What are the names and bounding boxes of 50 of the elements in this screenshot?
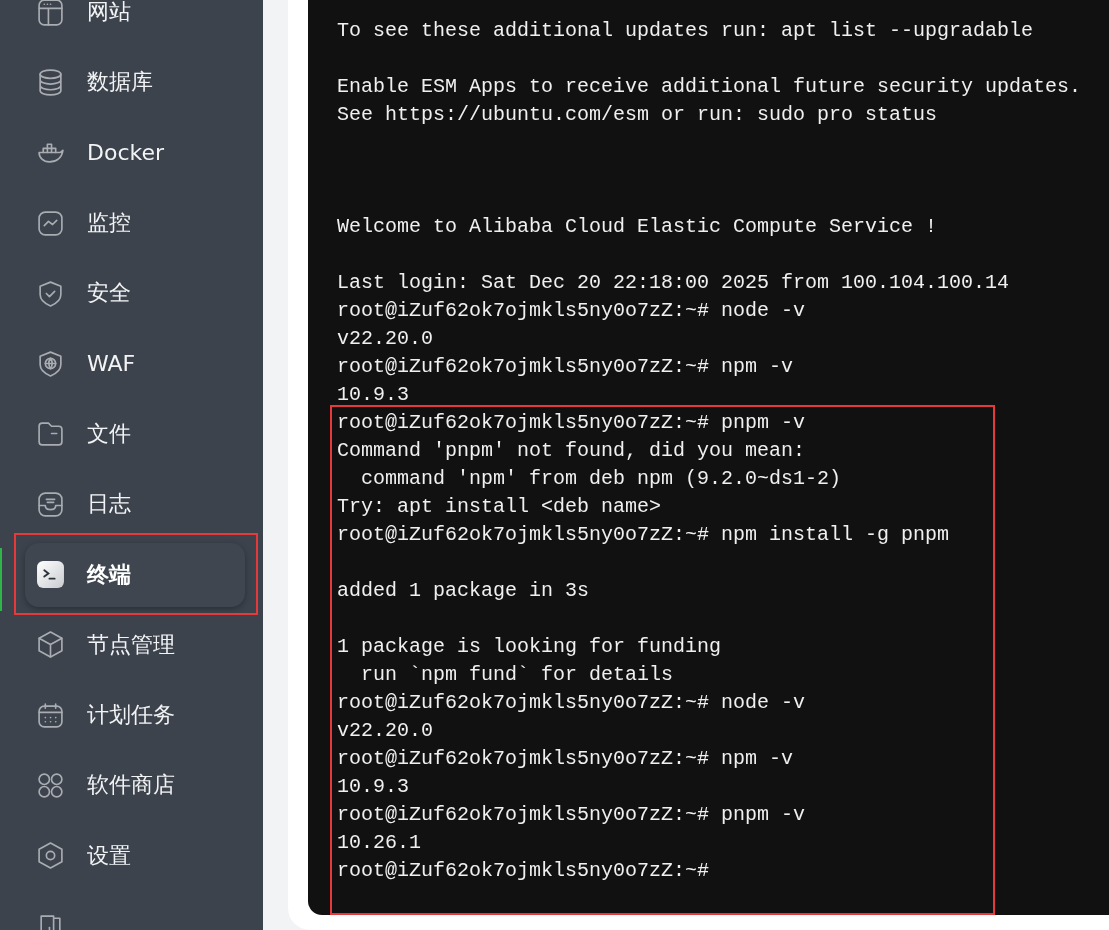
sidebar-item[interactable]: 网站 <box>25 0 245 45</box>
terminal-line: root@iZuf62ok7ojmkls5ny0o7zZ:~# npm -v <box>337 746 795 772</box>
sidebar-item[interactable]: 软件商店 <box>25 753 245 818</box>
terminal-line: root@iZuf62ok7ojmkls5ny0o7zZ:~# <box>337 858 711 884</box>
terminal-line: Last login: Sat Dec 20 22:18:00 2025 from 100.104.100.14 <box>337 270 1011 296</box>
terminal-line: root@iZuf62ok7ojmkls5ny0o7zZ:~# node -v <box>337 298 807 324</box>
sidebar-item[interactable]: 设置 <box>25 823 245 888</box>
terminal-line: 1 package is looking for funding <box>337 634 723 660</box>
terminal-line: 10.9.3 <box>337 774 410 800</box>
inbox-icon <box>36 489 65 519</box>
terminal-line: Command 'pnpm' not found, did you mean: <box>337 438 807 464</box>
terminal-line: root@iZuf62ok7ojmkls5ny0o7zZ:~# npm -v <box>337 354 795 380</box>
calendar-icon <box>36 700 65 730</box>
terminal-line: v22.20.0 <box>337 326 434 352</box>
terminal-line: run `npm fund` for details <box>360 662 675 688</box>
folder-icon <box>36 419 65 449</box>
terminal-line: v22.20.0 <box>337 718 434 744</box>
terminal-line: Welcome to Alibaba Cloud Elastic Compute Service ! <box>337 214 939 240</box>
shield-globe-icon <box>36 349 65 379</box>
sidebar-item[interactable]: 文件 <box>25 401 245 466</box>
terminal-icon <box>36 560 65 589</box>
sidebar-item[interactable]: Docker <box>25 120 245 185</box>
terminal-line: 10.9.3 <box>337 382 410 408</box>
terminal-line: added 1 package in 3s <box>337 578 591 604</box>
sidebar-item[interactable]: 日志 <box>25 472 245 537</box>
terminal-line: root@iZuf62ok7ojmkls5ny0o7zZ:~# pnpm -v <box>337 410 807 436</box>
sidebar-item[interactable]: 安全 <box>25 261 245 326</box>
terminal-line: To see these additional updates run: apt list --upgradable <box>337 18 1035 44</box>
shield-check-icon <box>36 278 65 308</box>
sidebar-item[interactable]: 终端 <box>25 542 245 607</box>
chart-icon <box>36 208 65 238</box>
terminal-line: root@iZuf62ok7ojmkls5ny0o7zZ:~# pnpm -v <box>337 802 807 828</box>
cube-icon <box>36 630 65 660</box>
database-icon <box>36 67 65 97</box>
sidebar-item[interactable]: WAF <box>25 331 245 396</box>
terminal[interactable] <box>308 0 1109 915</box>
terminal-line: root@iZuf62ok7ojmkls5ny0o7zZ:~# npm install -g pnpm <box>337 522 951 548</box>
terminal-line: 10.26.1 <box>337 830 422 856</box>
terminal-line: Enable ESM Apps to receive additional future security updates. <box>337 74 1083 100</box>
browser-icon <box>36 0 65 27</box>
settings-icon <box>36 841 65 871</box>
terminal-line: Try: apt install <deb name> <box>337 494 663 520</box>
terminal-line: See https://ubuntu.com/esm or run: sudo pro status <box>337 102 939 128</box>
apps-icon <box>36 770 65 800</box>
terminal-line: root@iZuf62ok7ojmkls5ny0o7zZ:~# node -v <box>337 690 807 716</box>
terminal-line: command 'npm' from deb npm (9.2.0~ds1-2) <box>360 466 843 492</box>
sidebar-item[interactable]: 监控 <box>25 191 245 256</box>
sidebar-item[interactable]: 计划任务 <box>25 683 245 748</box>
sidebar-item[interactable]: 节点管理 <box>25 612 245 677</box>
sidebar-item[interactable]: 数据库 <box>25 50 245 115</box>
